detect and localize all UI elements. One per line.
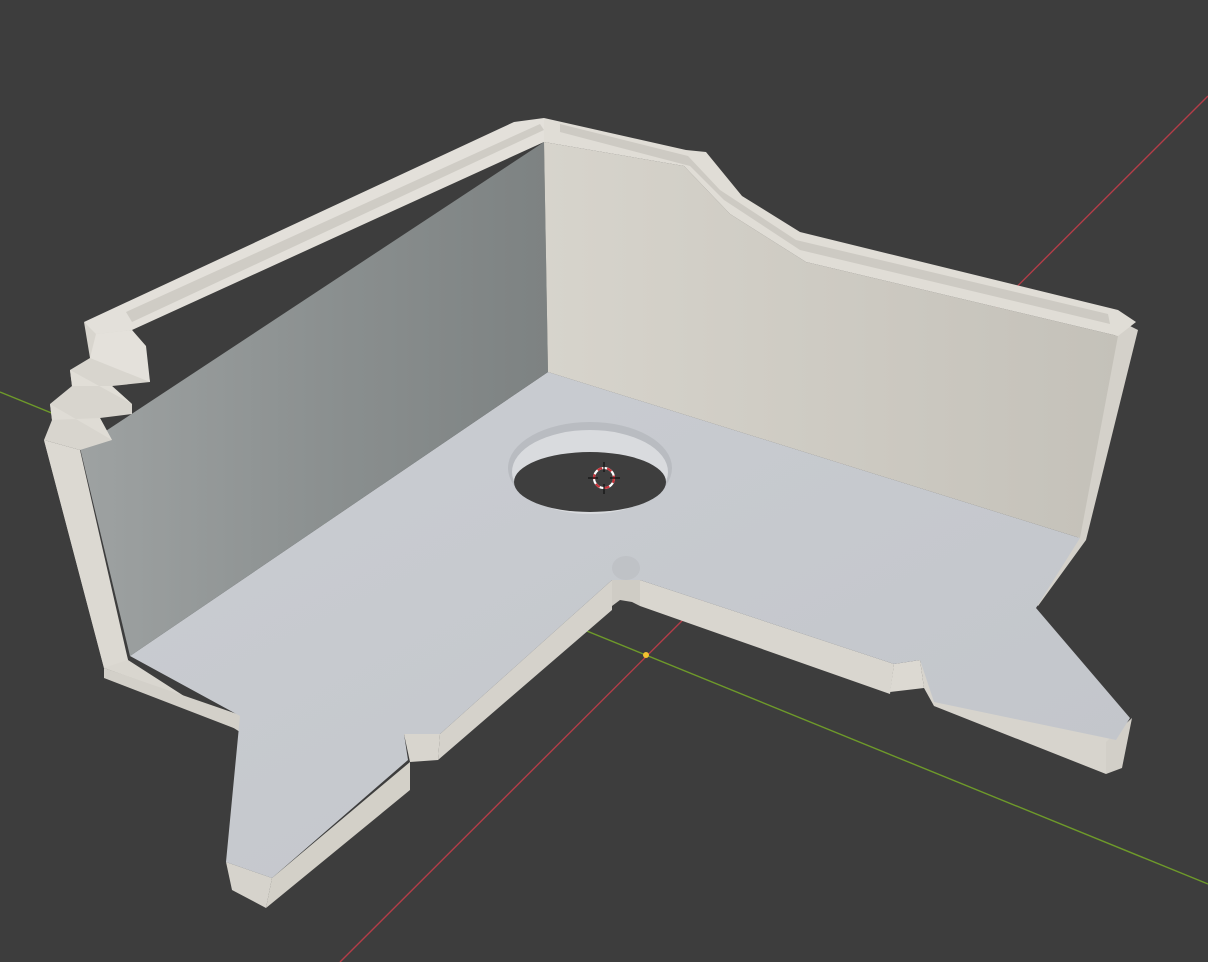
hole-opening	[514, 452, 666, 512]
viewport-canvas[interactable]	[0, 0, 1208, 962]
origin-dot	[643, 652, 649, 658]
right-notch-side	[890, 660, 924, 692]
3d-viewport[interactable]	[0, 0, 1208, 962]
front-notch-side	[404, 734, 440, 762]
